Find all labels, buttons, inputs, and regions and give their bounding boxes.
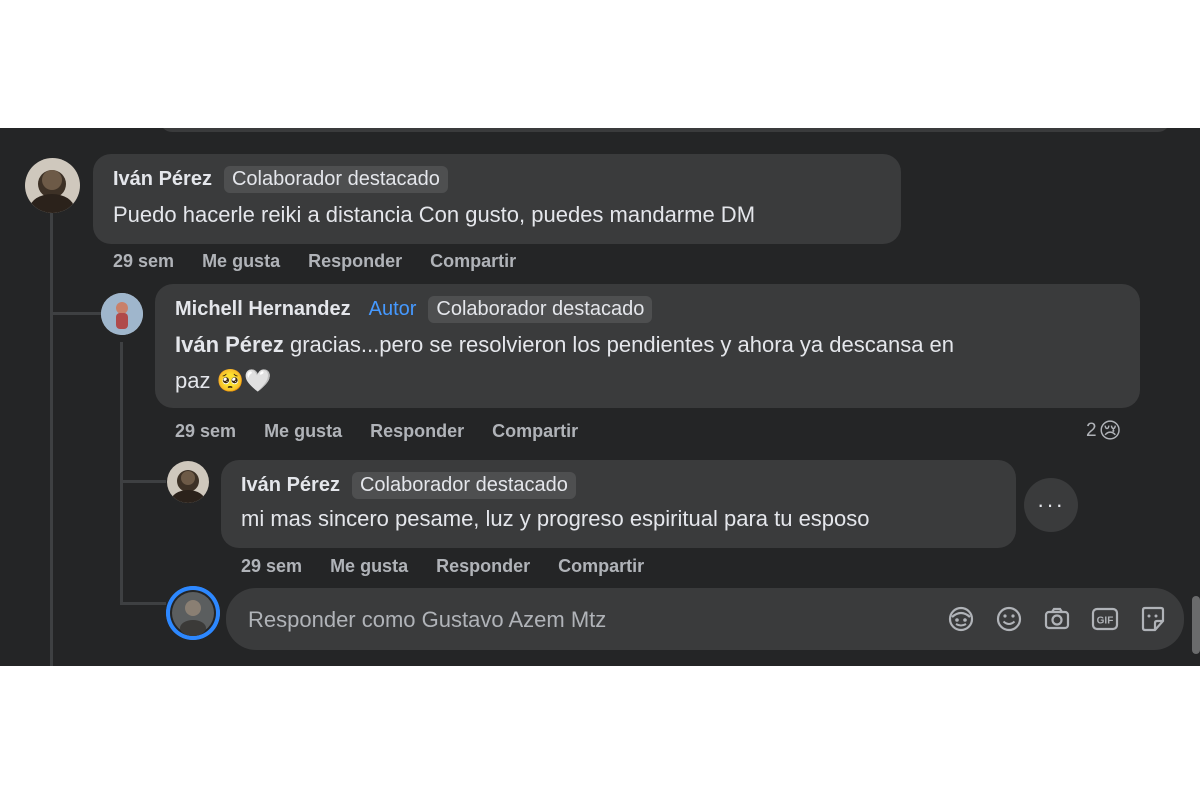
reply-actions: 29 sem Me gusta Responder Compartir bbox=[175, 421, 578, 442]
thread-line-branch-1 bbox=[50, 312, 102, 315]
camera-icon[interactable] bbox=[1042, 604, 1072, 634]
share-button[interactable]: Compartir bbox=[558, 556, 644, 577]
avatar-photo-icon bbox=[101, 293, 143, 335]
sticker-icon[interactable] bbox=[1138, 604, 1168, 634]
reply-text: Iván Pérez gracias...pero se resolvieron… bbox=[175, 328, 954, 362]
thread-line-branch-2 bbox=[120, 480, 166, 483]
reply-text-word: paz bbox=[175, 368, 211, 393]
reply-text-line2: paz 🥺🤍 bbox=[175, 364, 271, 398]
reply-button[interactable]: Responder bbox=[370, 421, 464, 442]
avatar[interactable] bbox=[25, 158, 80, 213]
sad-reaction-icon: 😢 bbox=[1098, 418, 1122, 443]
thread-line-main bbox=[50, 212, 53, 666]
author-name[interactable]: Iván Pérez bbox=[241, 474, 340, 497]
avatar[interactable] bbox=[101, 293, 143, 335]
author-name[interactable]: Michell Hernandez bbox=[175, 298, 351, 321]
emoji-icon[interactable] bbox=[994, 604, 1024, 634]
gif-icon[interactable]: GIF bbox=[1090, 604, 1120, 634]
author-tag: Autor bbox=[368, 298, 417, 320]
reply-button[interactable]: Responder bbox=[436, 556, 530, 577]
emoji-pleading-heart-icon: 🥺🤍 bbox=[216, 368, 272, 393]
avatar-photo-icon bbox=[166, 586, 220, 640]
more-options-button[interactable]: ··· bbox=[1024, 478, 1078, 532]
avatar-photo-icon bbox=[30, 170, 74, 213]
timestamp[interactable]: 29 sem bbox=[175, 421, 236, 442]
reply-composer: GIF bbox=[226, 588, 1184, 652]
avatar-photo-icon bbox=[171, 470, 205, 503]
reply-input[interactable] bbox=[246, 588, 930, 652]
svg-text:GIF: GIF bbox=[1097, 616, 1114, 627]
reaction-count: 2 bbox=[1086, 420, 1097, 441]
scrollbar[interactable] bbox=[1192, 596, 1200, 654]
like-button[interactable]: Me gusta bbox=[264, 421, 342, 442]
reply-bubble: Michell Hernandez Autor Colaborador dest… bbox=[155, 284, 1140, 408]
thread-line-branch-3 bbox=[120, 602, 166, 605]
top-contributor-badge: Colaborador destacado bbox=[223, 166, 448, 193]
comment-actions: 29 sem Me gusta Responder Compartir bbox=[113, 251, 516, 272]
avatar[interactable] bbox=[167, 461, 209, 503]
reply-text: mi mas sincero pesame, luz y progreso es… bbox=[241, 506, 870, 531]
share-button[interactable]: Compartir bbox=[492, 421, 578, 442]
comment-text: Puedo hacerle reiki a distancia Con gust… bbox=[113, 202, 756, 227]
top-contributor-badge: Colaborador destacado bbox=[428, 296, 653, 323]
reply-text-line1: gracias...pero se resolvieron los pendie… bbox=[289, 332, 955, 357]
like-button[interactable]: Me gusta bbox=[330, 556, 408, 577]
reaction-summary[interactable]: 2 😢 bbox=[1086, 418, 1122, 444]
comment-bubble: Iván Pérez Colaborador destacado Puedo h… bbox=[93, 154, 901, 244]
reply-button[interactable]: Responder bbox=[308, 251, 402, 272]
current-user-avatar[interactable] bbox=[166, 586, 220, 640]
reply-actions: 29 sem Me gusta Responder Compartir bbox=[241, 556, 644, 577]
previous-comment-bubble bbox=[160, 128, 1170, 132]
avatar-sticker-icon[interactable] bbox=[946, 604, 976, 634]
share-button[interactable]: Compartir bbox=[430, 251, 516, 272]
timestamp[interactable]: 29 sem bbox=[113, 251, 174, 272]
comments-panel: Iván Pérez Colaborador destacado Puedo h… bbox=[0, 128, 1200, 666]
top-contributor-badge: Colaborador destacado bbox=[351, 472, 576, 499]
author-name[interactable]: Iván Pérez bbox=[113, 168, 212, 191]
like-button[interactable]: Me gusta bbox=[202, 251, 280, 272]
timestamp[interactable]: 29 sem bbox=[241, 556, 302, 577]
thread-line-sub bbox=[120, 342, 123, 604]
mention-link[interactable]: Iván Pérez bbox=[175, 332, 284, 357]
reply-bubble: Iván Pérez Colaborador destacado mi mas … bbox=[221, 460, 1016, 548]
